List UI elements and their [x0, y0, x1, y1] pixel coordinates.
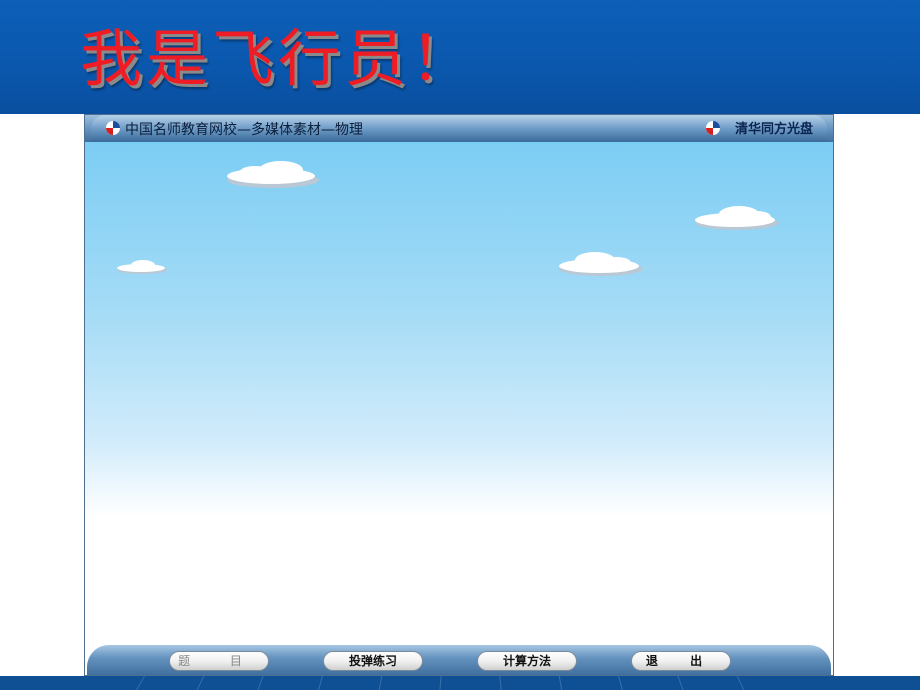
cloud-icon	[559, 252, 643, 276]
school-logo-icon	[106, 121, 120, 135]
question-button[interactable]: 题 目	[169, 651, 269, 671]
control-bar: 题 目 投弹练习 计算方法 退 出	[85, 643, 833, 675]
app-window: 中国名师教育网校—多媒体素材—物理 清华同方光盘 题 目 投弹练习 计算方法 退…	[84, 114, 834, 676]
decor-line	[257, 676, 264, 690]
decor-line	[439, 676, 442, 690]
decor-line	[499, 676, 502, 690]
exit-button[interactable]: 退 出	[631, 651, 731, 671]
brand-text: 清华同方光盘	[734, 122, 813, 137]
bombing-practice-button[interactable]: 投弹练习	[323, 651, 423, 671]
cloud-icon	[695, 206, 779, 230]
cloud-icon	[117, 260, 167, 274]
decor-line	[618, 676, 623, 690]
slide-title: 我是飞行员！	[80, 22, 477, 95]
cloud-icon	[227, 161, 319, 188]
decor-line	[135, 676, 146, 690]
decor-line	[677, 676, 684, 690]
app-title: 中国名师教育网校—多媒体素材—物理	[125, 122, 363, 138]
decor-line	[196, 676, 205, 690]
bottom-strip	[0, 676, 920, 690]
calculation-method-button[interactable]: 计算方法	[477, 651, 577, 671]
decor-line	[318, 676, 323, 690]
decor-line	[736, 676, 745, 690]
title-bar: 中国名师教育网校—多媒体素材—物理 清华同方光盘	[85, 115, 833, 143]
top-banner: 我是飞行员！	[0, 0, 920, 114]
decor-line	[378, 676, 383, 690]
decor-line	[558, 676, 563, 690]
sky-scene	[85, 142, 833, 642]
brand-logo-icon	[706, 121, 720, 135]
